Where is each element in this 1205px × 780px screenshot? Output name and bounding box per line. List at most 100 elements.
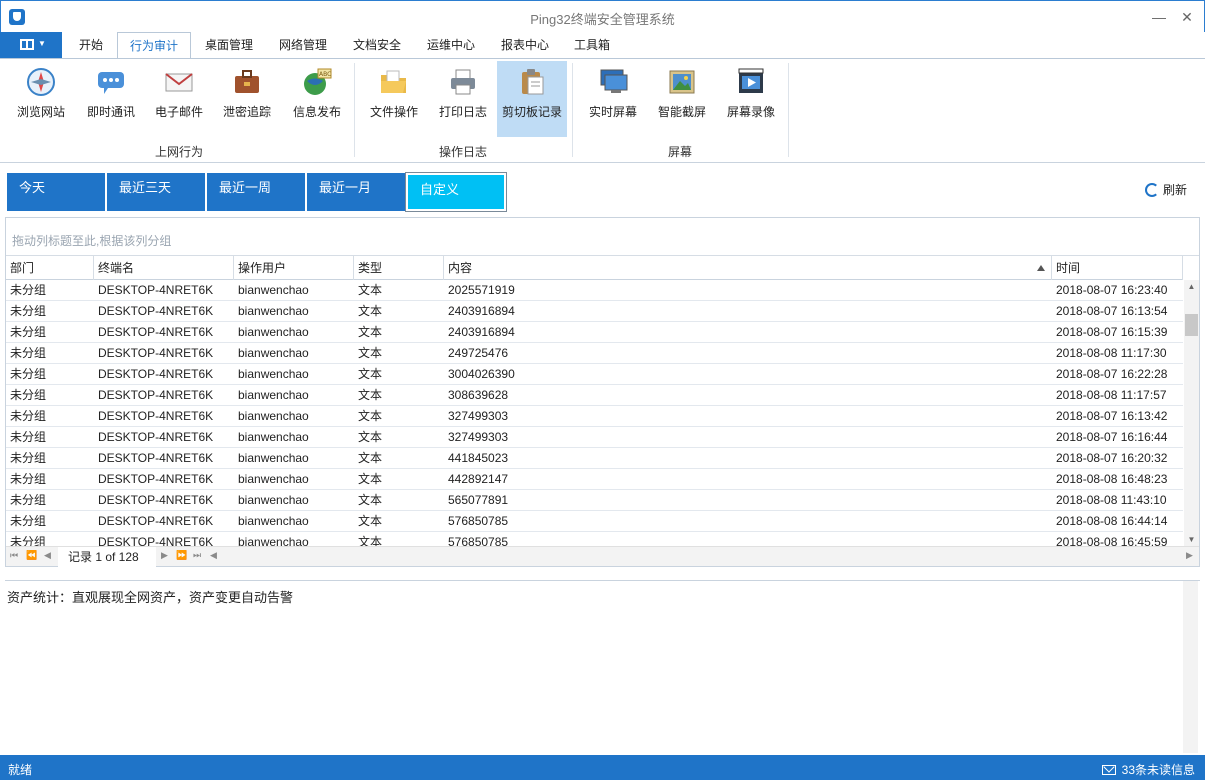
group-by-panel[interactable]: 拖动列标题至此,根据该列分组 (6, 218, 1199, 256)
table-row[interactable]: 未分组 DESKTOP-4NRET6K bianwenchao 文本 327499303… (6, 406, 1183, 427)
folder-icon (381, 70, 406, 93)
table-row[interactable]: 未分组 DESKTOP-4NRET6K bianwenchao 文本 442892147… (6, 469, 1183, 490)
date-tab-last-month[interactable]: 最近一月 (307, 173, 405, 211)
email-button[interactable]: 电子邮件 (144, 61, 214, 137)
live-screen-button[interactable]: 实时屏幕 (578, 61, 648, 137)
monitor-icon (600, 69, 628, 93)
pager-bar: ⏮ ⏪ ◀ 记录 1 of 128 ▶ ⏩ ⏭ ◀ ▶ (6, 546, 1199, 567)
prev-page-set-icon[interactable]: ⏪ (26, 550, 37, 561)
group-label-online-behavior: 上网行为 (154, 145, 203, 159)
tab-network-management[interactable]: 网络管理 (266, 32, 340, 58)
table-row[interactable]: 未分组 DESKTOP-4NRET6K bianwenchao 文本 240391689… (6, 322, 1183, 343)
instant-messaging-button[interactable]: 即时通讯 (76, 61, 146, 137)
column-header-time[interactable]: 时间 (1052, 256, 1183, 280)
cell-terminal: DESKTOP-4NRET6K (98, 451, 214, 465)
tab-toolbox[interactable]: 工具箱 (562, 32, 622, 58)
date-tab-today[interactable]: 今天 (7, 173, 105, 211)
table-row[interactable]: 未分组 DESKTOP-4NRET6K bianwenchao 文本 441845023… (6, 448, 1183, 469)
table-row[interactable]: 未分组 DESKTOP-4NRET6K bianwenchao 文本 249725476… (6, 343, 1183, 364)
grid-header: 部门 终端名 操作用户 类型 内容 时间 (6, 256, 1183, 280)
column-header-type[interactable]: 类型 (354, 256, 444, 280)
cell-time: 2018-08-07 16:13:42 (1056, 409, 1168, 423)
cell-user: bianwenchao (238, 304, 309, 318)
table-row[interactable]: 未分组 DESKTOP-4NRET6K bianwenchao 文本 565077891… (6, 490, 1183, 511)
table-row[interactable]: 未分组 DESKTOP-4NRET6K bianwenchao 文本 300402639… (6, 364, 1183, 385)
cell-department: 未分组 (10, 346, 47, 360)
cell-user: bianwenchao (238, 367, 309, 381)
clipboard-records-label: 剪切板记录 (501, 105, 562, 119)
group-label-operation-logs: 操作日志 (438, 145, 487, 159)
tab-report-center[interactable]: 报表中心 (488, 32, 562, 58)
cell-type: 文本 (358, 367, 383, 381)
tab-start[interactable]: 开始 (66, 32, 116, 58)
printer-icon (451, 69, 475, 95)
cell-terminal: DESKTOP-4NRET6K (98, 346, 214, 360)
scroll-left-icon[interactable]: ◀ (210, 550, 217, 561)
clipboard-records-button[interactable]: 剪切板记录 (497, 61, 567, 137)
cell-department: 未分组 (10, 283, 47, 297)
column-header-terminal[interactable]: 终端名 (94, 256, 234, 280)
app-menu-button[interactable]: ▼ (0, 32, 62, 58)
refresh-icon (1145, 183, 1159, 197)
cell-user: bianwenchao (238, 514, 309, 528)
column-header-content[interactable]: 内容 (444, 256, 1052, 280)
smart-screenshot-label: 智能截屏 (657, 105, 706, 119)
info-publishing-label: 信息发布 (292, 105, 341, 119)
scrollbar-thumb[interactable] (1185, 314, 1198, 336)
cell-terminal: DESKTOP-4NRET6K (98, 304, 214, 318)
cell-content: 327499303 (448, 430, 509, 444)
last-page-icon[interactable]: ⏭ (193, 550, 201, 561)
table-row[interactable]: 未分组 DESKTOP-4NRET6K bianwenchao 文本 308639628… (6, 385, 1183, 406)
cell-content: 3004026390 (448, 367, 515, 381)
cell-user: bianwenchao (238, 451, 309, 465)
cell-user: bianwenchao (238, 472, 309, 486)
smart-screenshot-button[interactable]: 智能截屏 (647, 61, 717, 137)
info-panel: 资产统计：直观展现全网资产，资产变更自动告警 (5, 580, 1200, 753)
table-row[interactable]: 未分组 DESKTOP-4NRET6K bianwenchao 文本 240391689… (6, 301, 1183, 322)
minimize-button[interactable]: — (1149, 7, 1169, 27)
status-bar: 就绪 33条未读信息 (0, 755, 1205, 780)
cell-time: 2018-08-08 16:44:14 (1056, 514, 1168, 528)
cell-content: 442892147 (448, 472, 509, 486)
info-publishing-button[interactable]: ABC 信息发布 (282, 61, 352, 137)
cell-terminal: DESKTOP-4NRET6K (98, 430, 214, 444)
close-button[interactable]: ✕ (1177, 7, 1197, 27)
column-header-department[interactable]: 部门 (6, 256, 94, 280)
screen-recording-button[interactable]: 屏幕录像 (716, 61, 786, 137)
date-tab-last-week[interactable]: 最近一周 (207, 173, 305, 211)
table-row[interactable]: 未分组 DESKTOP-4NRET6K bianwenchao 文本 576850785… (6, 511, 1183, 532)
next-page-set-icon[interactable]: ⏩ (176, 550, 187, 561)
status-text: 就绪 (8, 763, 33, 777)
date-tab-last-3-days[interactable]: 最近三天 (107, 173, 205, 211)
first-page-icon[interactable]: ⏮ (10, 550, 18, 561)
column-header-user[interactable]: 操作用户 (234, 256, 354, 280)
clipboard-icon (522, 69, 544, 95)
tab-behavior-audit[interactable]: 行为审计 (117, 32, 191, 59)
scroll-right-icon[interactable]: ▶ (1186, 550, 1193, 561)
tab-desktop-management[interactable]: 桌面管理 (192, 32, 266, 58)
refresh-button[interactable]: 刷新 (1145, 181, 1187, 198)
refresh-label: 刷新 (1163, 183, 1188, 197)
scroll-up-icon[interactable]: ▲ (1187, 282, 1196, 291)
cell-terminal: DESKTOP-4NRET6K (98, 535, 214, 546)
next-record-icon[interactable]: ▶ (161, 550, 168, 561)
info-scrollbar[interactable] (1183, 581, 1198, 753)
table-row[interactable]: 未分组 DESKTOP-4NRET6K bianwenchao 文本 202557191… (6, 280, 1183, 301)
cell-time: 2018-08-08 16:45:59 (1056, 535, 1168, 546)
table-row[interactable]: 未分组 DESKTOP-4NRET6K bianwenchao 文本 576850785… (6, 532, 1183, 546)
cell-user: bianwenchao (238, 409, 309, 423)
print-log-button[interactable]: 打印日志 (428, 61, 498, 137)
scroll-down-icon[interactable]: ▼ (1187, 535, 1196, 544)
leak-tracking-button[interactable]: 泄密追踪 (212, 61, 282, 137)
file-operations-button[interactable]: 文件操作 (359, 61, 429, 137)
browse-websites-button[interactable]: 浏览网站 (6, 61, 76, 137)
table-row[interactable]: 未分组 DESKTOP-4NRET6K bianwenchao 文本 327499303… (6, 427, 1183, 448)
date-tab-custom[interactable]: 自定义 (405, 172, 507, 212)
tab-ops-center[interactable]: 运维中心 (414, 32, 488, 58)
tab-document-security[interactable]: 文档安全 (340, 32, 414, 58)
prev-record-icon[interactable]: ◀ (44, 550, 51, 561)
unread-messages-link[interactable]: 33条未读信息 (1101, 761, 1195, 778)
briefcase-icon (235, 70, 259, 93)
vertical-scrollbar[interactable]: ▲ ▼ (1184, 280, 1199, 546)
menu-bar: ▼ 开始 行为审计 桌面管理 网络管理 文档安全 运维中心 报表中心 工具箱 (0, 32, 1205, 59)
